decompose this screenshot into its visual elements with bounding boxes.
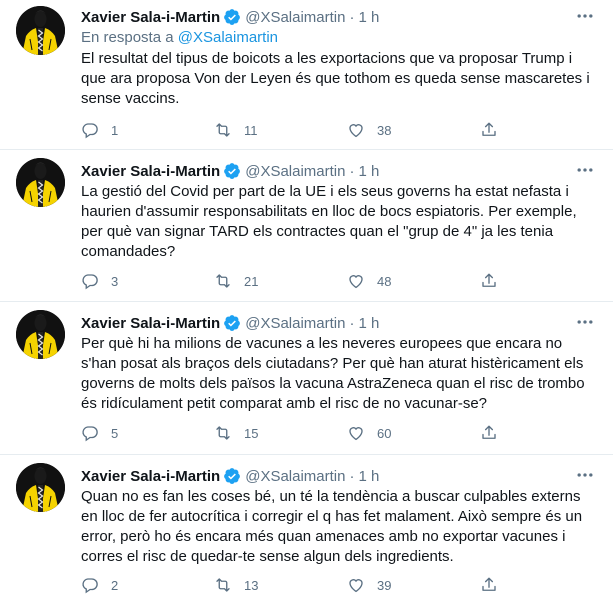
tweet-actions: 2 13 39 bbox=[81, 575, 521, 595]
tweet-actions: 3 21 48 bbox=[81, 271, 521, 291]
tweet-text: La gestió del Covid per part de la UE i … bbox=[81, 183, 577, 260]
tweet[interactable]: Xavier Sala-i-Martin @XSalaimartin · 1 h… bbox=[0, 302, 613, 455]
like-button[interactable]: 38 bbox=[347, 120, 391, 140]
retweet-icon bbox=[214, 121, 232, 139]
reply-prefix: En resposta a bbox=[81, 29, 174, 46]
author-handle[interactable]: @XSalaimartin bbox=[245, 163, 345, 180]
retweet-icon bbox=[214, 272, 232, 290]
reply-icon bbox=[81, 121, 99, 139]
retweet-button[interactable]: 11 bbox=[214, 120, 258, 140]
like-button[interactable]: 60 bbox=[347, 423, 391, 443]
author-handle[interactable]: @XSalaimartin bbox=[245, 315, 345, 332]
tweet-text: El resultat del tipus de boicots a les e… bbox=[81, 50, 590, 107]
like-count: 48 bbox=[377, 273, 392, 289]
share-button[interactable] bbox=[480, 423, 498, 443]
retweet-icon bbox=[214, 424, 232, 442]
retweet-button[interactable]: 21 bbox=[214, 271, 258, 291]
retweet-icon bbox=[214, 576, 232, 594]
tweet-header: Xavier Sala-i-Martin @XSalaimartin · 1 h bbox=[81, 312, 379, 334]
share-button[interactable] bbox=[480, 120, 498, 140]
like-icon bbox=[347, 424, 365, 442]
like-icon bbox=[347, 121, 365, 139]
verified-badge-icon bbox=[223, 162, 241, 180]
retweet-count: 11 bbox=[244, 122, 258, 138]
tweet-header: Xavier Sala-i-Martin @XSalaimartin · 1 h bbox=[81, 465, 379, 487]
like-count: 39 bbox=[377, 577, 392, 593]
retweet-count: 21 bbox=[244, 273, 259, 289]
more-options-icon[interactable] bbox=[575, 6, 595, 26]
author-name[interactable]: Xavier Sala-i-Martin bbox=[81, 468, 220, 485]
separator: · bbox=[349, 467, 355, 485]
share-button[interactable] bbox=[480, 575, 498, 595]
verified-badge-icon bbox=[223, 314, 241, 332]
like-count: 38 bbox=[377, 122, 392, 138]
tweet-actions: 1 11 38 bbox=[81, 120, 521, 140]
share-icon bbox=[480, 272, 498, 290]
separator: · bbox=[349, 8, 355, 26]
author-handle[interactable]: @XSalaimartin bbox=[245, 9, 345, 26]
avatar[interactable] bbox=[16, 158, 65, 207]
reply-count: 1 bbox=[111, 122, 119, 138]
timestamp[interactable]: 1 h bbox=[358, 9, 379, 26]
author-name[interactable]: Xavier Sala-i-Martin bbox=[81, 315, 220, 332]
more-options-icon[interactable] bbox=[575, 465, 595, 485]
tweet-text: Per què hi ha milions de vacunes a les n… bbox=[81, 335, 585, 412]
more-options-icon[interactable] bbox=[575, 160, 595, 180]
timestamp[interactable]: 1 h bbox=[358, 315, 379, 332]
timestamp[interactable]: 1 h bbox=[358, 163, 379, 180]
reply-button[interactable]: 3 bbox=[81, 271, 118, 291]
reply-icon bbox=[81, 576, 99, 594]
tweet-actions: 5 15 60 bbox=[81, 423, 521, 443]
avatar[interactable] bbox=[16, 463, 65, 512]
share-icon bbox=[480, 121, 498, 139]
like-button[interactable]: 48 bbox=[347, 271, 391, 291]
more-options-icon[interactable] bbox=[575, 312, 595, 332]
separator: · bbox=[349, 162, 355, 180]
share-icon bbox=[480, 576, 498, 594]
author-name[interactable]: Xavier Sala-i-Martin bbox=[81, 9, 220, 26]
reply-count: 2 bbox=[111, 577, 119, 593]
author-name[interactable]: Xavier Sala-i-Martin bbox=[81, 163, 220, 180]
like-count: 60 bbox=[377, 425, 392, 441]
reply-button[interactable]: 1 bbox=[81, 120, 118, 140]
tweet-text: Quan no es fan les coses bé, un té la te… bbox=[81, 488, 583, 565]
retweet-button[interactable]: 13 bbox=[214, 575, 258, 595]
share-button[interactable] bbox=[480, 271, 498, 291]
tweet[interactable]: Xavier Sala-i-Martin @XSalaimartin · 1 h… bbox=[0, 150, 613, 302]
reply-button[interactable]: 5 bbox=[81, 423, 118, 443]
tweet-header: Xavier Sala-i-Martin @XSalaimartin · 1 h bbox=[81, 6, 379, 28]
tweet-header: Xavier Sala-i-Martin @XSalaimartin · 1 h bbox=[81, 160, 379, 182]
reply-count: 5 bbox=[111, 425, 119, 441]
reply-icon bbox=[81, 272, 99, 290]
retweet-button[interactable]: 15 bbox=[214, 423, 258, 443]
share-icon bbox=[480, 424, 498, 442]
like-icon bbox=[347, 272, 365, 290]
reply-button[interactable]: 2 bbox=[81, 575, 118, 595]
avatar[interactable] bbox=[16, 310, 65, 359]
tweet[interactable]: Xavier Sala-i-Martin @XSalaimartin · 1 h… bbox=[0, 0, 613, 150]
author-handle[interactable]: @XSalaimartin bbox=[245, 468, 345, 485]
retweet-count: 13 bbox=[244, 577, 259, 593]
verified-badge-icon bbox=[223, 467, 241, 485]
verified-badge-icon bbox=[223, 8, 241, 26]
separator: · bbox=[349, 314, 355, 332]
reply-count: 3 bbox=[111, 273, 119, 289]
reply-handle-link[interactable]: @XSalaimartin bbox=[178, 29, 278, 46]
retweet-count: 15 bbox=[244, 425, 259, 441]
reply-icon bbox=[81, 424, 99, 442]
avatar[interactable] bbox=[16, 6, 65, 55]
timestamp[interactable]: 1 h bbox=[358, 468, 379, 485]
like-button[interactable]: 39 bbox=[347, 575, 391, 595]
reply-context: En resposta a @XSalaimartin bbox=[81, 29, 278, 46]
tweet[interactable]: Xavier Sala-i-Martin @XSalaimartin · 1 h… bbox=[0, 455, 613, 598]
like-icon bbox=[347, 576, 365, 594]
